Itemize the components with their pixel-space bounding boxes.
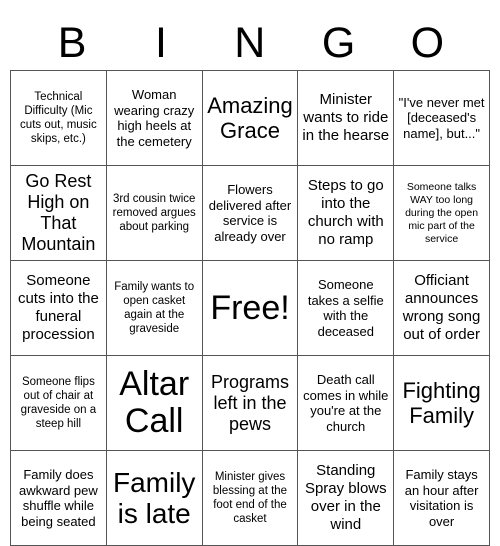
bingo-cell-n5[interactable]: Minister gives blessing at the foot end … (201, 450, 299, 546)
bingo-cell-g4[interactable]: Death call comes in while you're at the … (297, 355, 395, 451)
bingo-header: B I N G O (28, 0, 472, 70)
header-letter-n: N (234, 19, 266, 67)
bingo-cell-b2[interactable]: Go Rest High on That Mountain (10, 165, 107, 261)
bingo-cell-i4[interactable]: Altar Call (105, 355, 203, 451)
bingo-cell-i2[interactable]: 3rd cousin twice removed argues about pa… (105, 165, 203, 261)
bingo-cell-b3[interactable]: Someone cuts into the funeral procession (10, 260, 107, 356)
bingo-cell-o5[interactable]: Family stays an hour after visitation is… (393, 450, 490, 546)
bingo-cell-g1[interactable]: Minister wants to ride in the hearse (297, 70, 395, 166)
bingo-cell-o1[interactable]: "I've never met [deceased's name], but..… (393, 70, 490, 166)
bingo-row: Technical Difficulty (Mic cuts out, musi… (10, 70, 490, 166)
bingo-cell-i3[interactable]: Family wants to open casket again at the… (105, 260, 203, 356)
header-letter-g: G (321, 19, 356, 67)
bingo-row: Someone cuts into the funeral procession… (10, 260, 490, 356)
header-letter-i: I (154, 19, 168, 67)
bingo-row: Family does awkward pew shuffle while be… (10, 450, 490, 546)
bingo-cell-n4[interactable]: Programs left in the pews (201, 355, 299, 451)
bingo-cell-free-space[interactable]: Free! (201, 260, 299, 356)
bingo-cell-i5[interactable]: Family is late (105, 450, 203, 546)
bingo-cell-g2[interactable]: Steps to go into the church with no ramp (297, 165, 395, 261)
bingo-cell-b5[interactable]: Family does awkward pew shuffle while be… (10, 450, 107, 546)
bingo-cell-n2[interactable]: Flowers delivered after service is alrea… (201, 165, 299, 261)
header-letter-o: O (410, 19, 445, 67)
bingo-row: Go Rest High on That Mountain 3rd cousin… (10, 165, 490, 261)
bingo-cell-o4[interactable]: Fighting Family (393, 355, 490, 451)
bingo-cell-n1[interactable]: Amazing Grace (201, 70, 299, 166)
bingo-cell-b4[interactable]: Someone flips out of chair at graveside … (10, 355, 107, 451)
bingo-cell-o3[interactable]: Officiant announces wrong song out of or… (393, 260, 490, 356)
bingo-card: B I N G O Technical Difficulty (Mic cuts… (0, 0, 500, 546)
bingo-grid: Technical Difficulty (Mic cuts out, musi… (10, 70, 490, 546)
bingo-cell-i1[interactable]: Woman wearing crazy high heels at the ce… (105, 70, 203, 166)
bingo-row: Someone flips out of chair at graveside … (10, 355, 490, 451)
header-letter-b: B (57, 19, 87, 67)
bingo-cell-b1[interactable]: Technical Difficulty (Mic cuts out, musi… (10, 70, 107, 166)
bingo-cell-g5[interactable]: Standing Spray blows over in the wind (297, 450, 395, 546)
bingo-cell-g3[interactable]: Someone takes a selfie with the deceased (297, 260, 395, 356)
bingo-cell-o2[interactable]: Someone talks WAY too long during the op… (393, 165, 490, 261)
